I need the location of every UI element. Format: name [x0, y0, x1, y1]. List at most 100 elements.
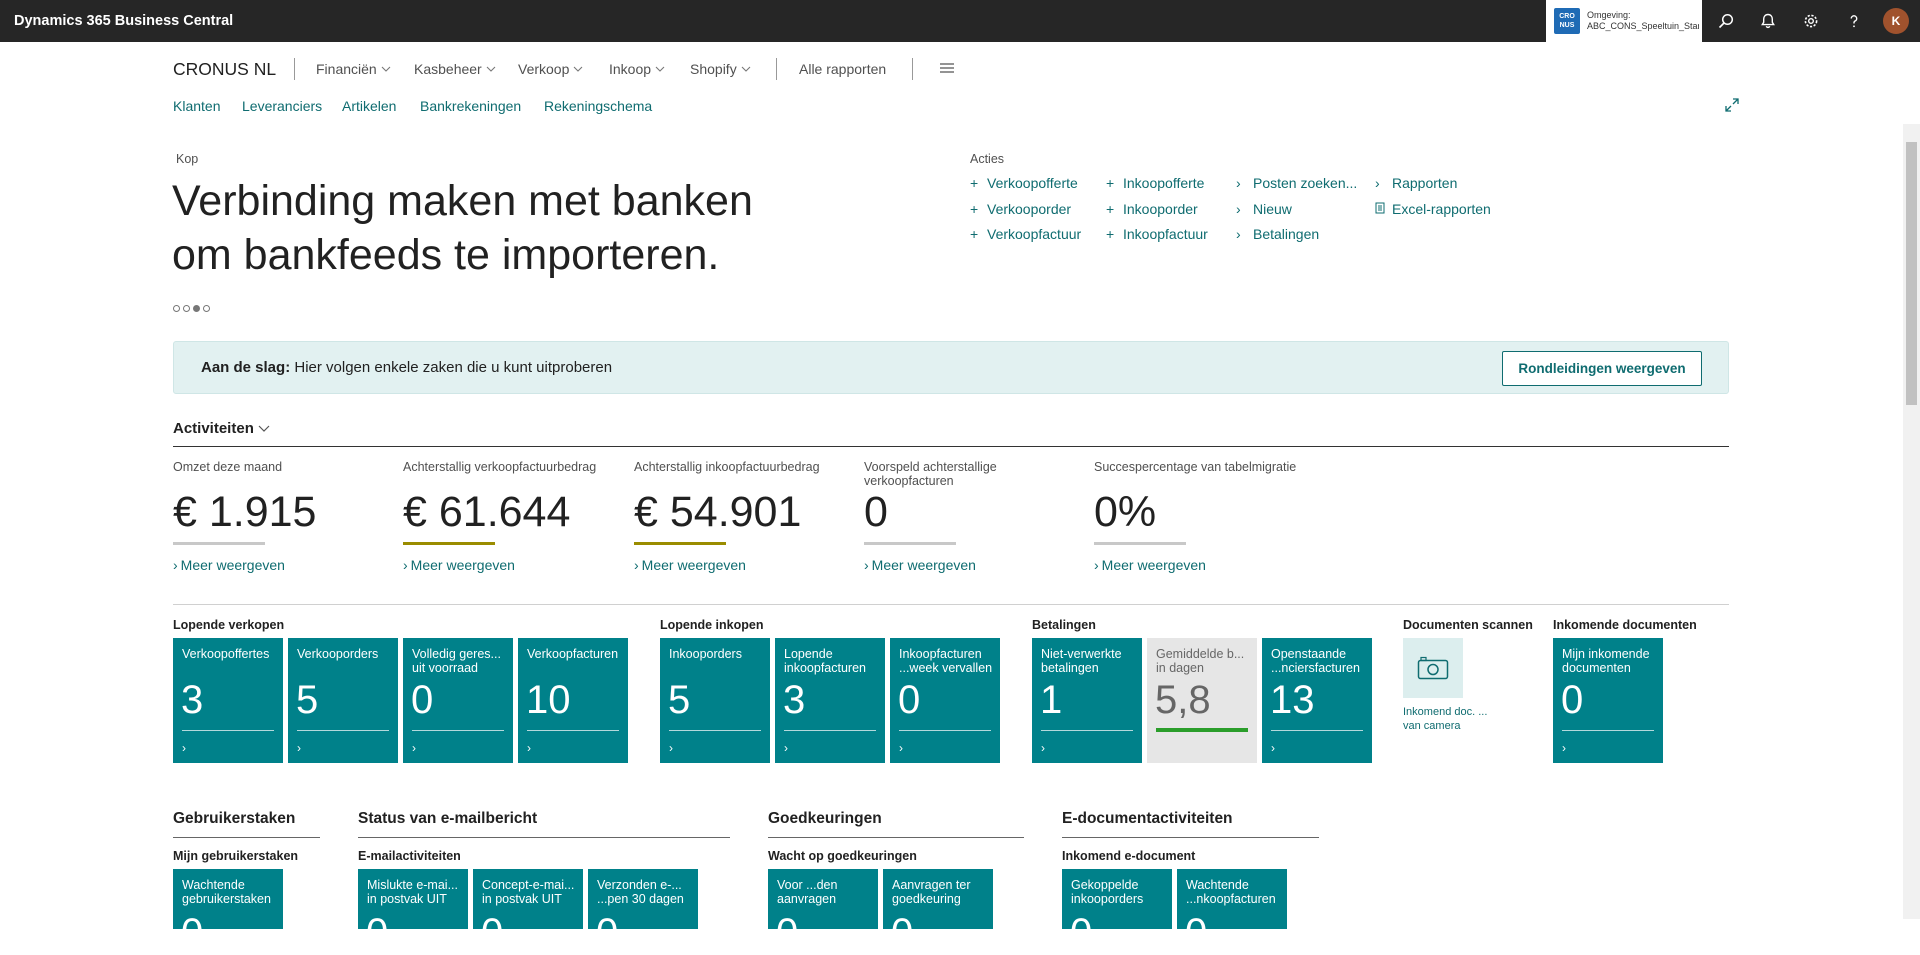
company-logo: CRO NUS	[1554, 8, 1580, 34]
kpi-achterstallig-verkoop[interactable]: Achterstallig verkoopfactuurbedrag € 61.…	[403, 460, 613, 573]
sub-wacht-op-goedkeuringen: Wacht op goedkeuringen	[768, 849, 917, 863]
scrollbar-thumb[interactable]	[1906, 142, 1917, 405]
avatar[interactable]: K	[1883, 8, 1909, 34]
action-inkoopfactuur[interactable]: + Inkoopfactuur	[1106, 226, 1208, 242]
bell-icon[interactable]	[1747, 0, 1789, 42]
nav-menu-inkoop[interactable]: Inkoop	[609, 61, 665, 77]
group-documenten-scannen: Documenten scannen	[1403, 618, 1533, 632]
activities-header[interactable]: Activiteiten	[173, 420, 270, 437]
kpi-status-bar	[1094, 542, 1186, 545]
tile-verkoopfacturen[interactable]: Verkoopfacturen 10 ›	[518, 638, 628, 763]
meer-weergeven-link[interactable]: › Meer weergeven	[634, 557, 844, 573]
expand-icon[interactable]	[1724, 97, 1740, 118]
tile-gemiddelde-betaaltermijn[interactable]: Gemiddelde b... in dagen 5,8	[1147, 638, 1257, 763]
tile-gekoppelde-inkooporders[interactable]: Gekoppelde inkooporders 0	[1062, 869, 1172, 955]
carousel-dot[interactable]	[173, 305, 180, 312]
kpi-omzet-deze-maand[interactable]: Omzet deze maand € 1.915 › Meer weergeven	[173, 460, 383, 573]
tile-wachtende-gebruikerstaken[interactable]: Wachtende gebruikerstaken 0	[173, 869, 283, 955]
nav-divider	[776, 58, 777, 80]
chevron-down-icon	[381, 66, 391, 72]
quick-link-leveranciers[interactable]: Leveranciers	[242, 98, 322, 114]
hamburger-menu-icon[interactable]	[939, 62, 955, 74]
plus-icon: +	[970, 175, 979, 191]
tile-mijn-inkomende-documenten[interactable]: Mijn inkomende documenten 0 ›	[1553, 638, 1663, 763]
divider	[173, 837, 320, 838]
nav-menu-shopify[interactable]: Shopify	[690, 61, 751, 77]
environment-label: Omgeving:	[1587, 10, 1631, 20]
action-inkoopofferte[interactable]: + Inkoopofferte	[1106, 175, 1204, 191]
tile-verkoopoffertes[interactable]: Verkoopoffertes 3 ›	[173, 638, 283, 763]
group-inkomende-documenten: Inkomende documenten	[1553, 618, 1697, 632]
action-rapporten[interactable]: › Rapporten	[1375, 175, 1457, 191]
help-icon[interactable]	[1833, 0, 1875, 42]
kpi-achterstallig-inkoop[interactable]: Achterstallig inkoopfactuurbedrag € 54.9…	[634, 460, 844, 573]
tile-voor-aanvragen[interactable]: Voor ...den aanvragen 0	[768, 869, 878, 955]
app-title[interactable]: Dynamics 365 Business Central	[14, 13, 233, 29]
nav-menu-verkoop[interactable]: Verkoop	[518, 61, 583, 77]
meer-weergeven-link[interactable]: › Meer weergeven	[403, 557, 613, 573]
chevron-right-icon: ›	[403, 557, 408, 573]
chevron-right-icon: ›	[1236, 175, 1241, 191]
quick-link-klanten[interactable]: Klanten	[173, 98, 220, 114]
action-verkoopfactuur[interactable]: + Verkoopfactuur	[970, 226, 1081, 242]
tile-inkoopfacturen-vervallen[interactable]: Inkoopfacturen ...week vervallen 0 ›	[890, 638, 1000, 763]
group-lopende-verkopen: Lopende verkopen	[173, 618, 285, 632]
meer-weergeven-link[interactable]: › Meer weergeven	[1094, 557, 1304, 573]
tile-wachtende-inkoopfacturen[interactable]: Wachtende ...nkoopfacturen 0	[1177, 869, 1287, 955]
tile-verzonden-emails[interactable]: Verzonden e-... ...pen 30 dagen 0	[588, 869, 698, 955]
action-excel-rapporten[interactable]: Excel-rapporten	[1375, 201, 1491, 217]
kpi-tabelmigratie[interactable]: Succespercentage van tabelmigratie 0% › M…	[1094, 460, 1304, 573]
chevron-right-icon: ›	[669, 741, 673, 755]
quick-link-bankrekeningen[interactable]: Bankrekeningen	[420, 98, 521, 114]
tile-concept-emails[interactable]: Concept-e-mai... in postvak UIT 0	[473, 869, 583, 955]
carousel-dot[interactable]	[183, 305, 190, 312]
carousel-dot-active[interactable]	[193, 305, 200, 312]
tile-inkooporders[interactable]: Inkooporders 5 ›	[660, 638, 770, 763]
gear-icon[interactable]	[1790, 0, 1832, 42]
action-verkoopofferte[interactable]: + Verkoopofferte	[970, 175, 1078, 191]
kpi-status-bar	[173, 542, 265, 545]
kpi-voorspeld-achterstallig[interactable]: Voorspeld achterstallige verkoopfacturen…	[864, 460, 1074, 573]
divider	[173, 446, 1729, 447]
action-inkooporder[interactable]: + Inkooporder	[1106, 201, 1198, 217]
nav-menu-kasbeheer[interactable]: Kasbeheer	[414, 61, 496, 77]
chevron-right-icon: ›	[1375, 175, 1380, 191]
meer-weergeven-link[interactable]: › Meer weergeven	[864, 557, 1074, 573]
quick-link-rekeningschema[interactable]: Rekeningschema	[544, 98, 652, 114]
action-betalingen[interactable]: › Betalingen	[1236, 226, 1319, 242]
search-icon[interactable]	[1705, 0, 1747, 42]
quick-link-artikelen[interactable]: Artikelen	[342, 98, 396, 114]
group-lopende-inkopen: Lopende inkopen	[660, 618, 764, 632]
divider	[358, 837, 730, 838]
tours-button[interactable]: Rondleidingen weergeven	[1502, 351, 1702, 386]
chevron-right-icon: ›	[527, 741, 531, 755]
chevron-right-icon: ›	[864, 557, 869, 573]
nav-all-reports[interactable]: Alle rapporten	[799, 61, 886, 77]
tile-niet-verwerkte-betalingen[interactable]: Niet-verwerkte betalingen 1 ›	[1032, 638, 1142, 763]
action-posten-zoeken[interactable]: › Posten zoeken...	[1236, 175, 1357, 191]
tile-mislukte-emails[interactable]: Mislukte e-mai... in postvak UIT 0	[358, 869, 468, 955]
section-edocument-activiteiten: E-documentactiviteiten	[1062, 810, 1233, 827]
meer-weergeven-link[interactable]: › Meer weergeven	[173, 557, 383, 573]
chevron-right-icon: ›	[1236, 226, 1241, 242]
chevron-right-icon: ›	[1041, 741, 1045, 755]
camera-tile-label[interactable]: Inkomend doc. ... van camera	[1403, 705, 1493, 733]
tile-lopende-inkoopfacturen[interactable]: Lopende inkoopfacturen 3 ›	[775, 638, 885, 763]
carousel-dot[interactable]	[203, 305, 210, 312]
environment-selector[interactable]: CRO NUS Omgeving: ABC_CONS_Speeltuin_Sta…	[1546, 0, 1702, 42]
tile-openstaande-facturen[interactable]: Openstaande ...nciersfacturen 13 ›	[1262, 638, 1372, 763]
environment-name: ABC_CONS_Speeltuin_Stan...	[1587, 21, 1699, 31]
camera-tile[interactable]	[1403, 638, 1463, 698]
tile-aanvragen-ter-goedkeuring[interactable]: Aanvragen ter goedkeuring 0	[883, 869, 993, 955]
sub-inkomend-edocument: Inkomend e-document	[1062, 849, 1196, 863]
tile-verkooporders[interactable]: Verkooporders 5 ›	[288, 638, 398, 763]
actions-label: Acties	[970, 152, 1005, 166]
nav-menu-financien[interactable]: Financiën	[316, 61, 391, 77]
chevron-right-icon: ›	[182, 741, 186, 755]
headline-text: Verbinding maken met banken om bankfeeds…	[172, 177, 753, 279]
chevron-down-icon	[258, 425, 270, 432]
tile-volledig-gereserveerd[interactable]: Volledig geres... uit voorraad 0 ›	[403, 638, 513, 763]
company-name[interactable]: CRONUS NL	[173, 59, 276, 80]
action-verkooporder[interactable]: + Verkooporder	[970, 201, 1071, 217]
action-nieuw[interactable]: › Nieuw	[1236, 201, 1292, 217]
